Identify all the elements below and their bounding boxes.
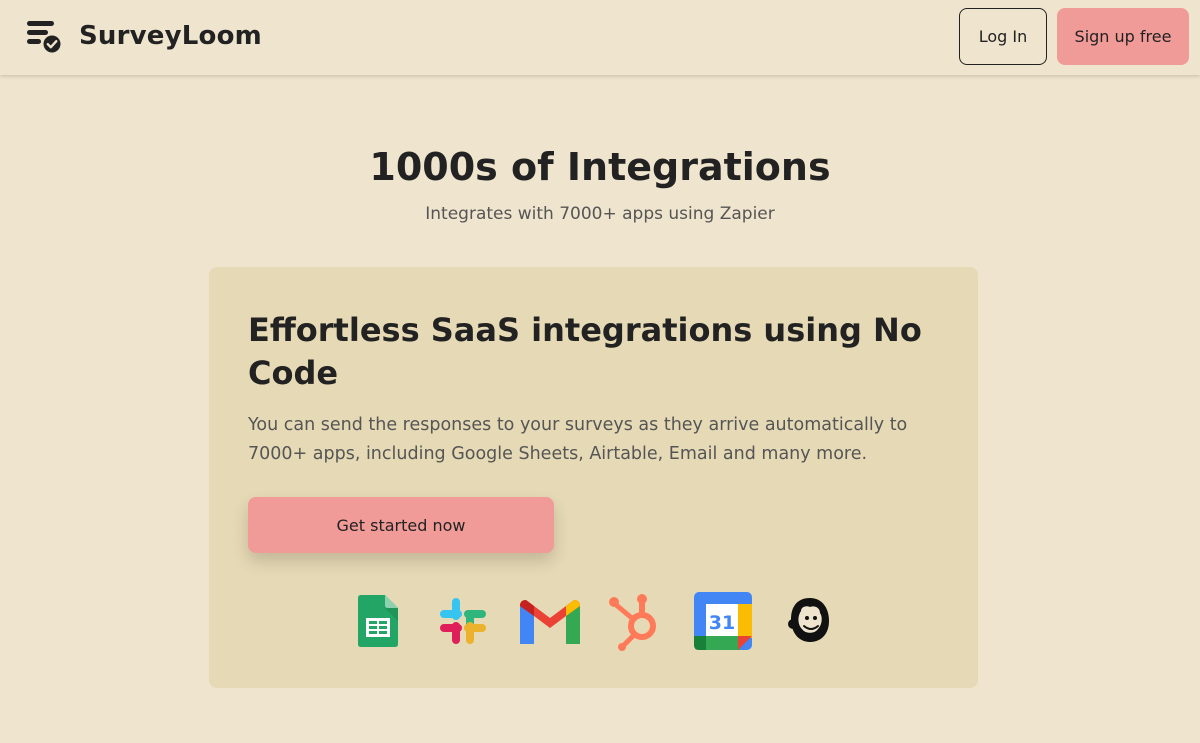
mailchimp-icon bbox=[788, 598, 829, 642]
page-title: 1000s of Integrations bbox=[369, 145, 831, 189]
login-button[interactable]: Log In bbox=[959, 8, 1047, 65]
card-title: Effortless SaaS integrations using No Co… bbox=[248, 311, 922, 392]
get-started-button[interactable]: Get started now bbox=[248, 497, 554, 553]
hubspot-icon bbox=[609, 594, 656, 651]
integrations-card: Effortless SaaS integrations using No Co… bbox=[209, 267, 978, 688]
checklist-check-icon bbox=[27, 21, 61, 53]
google-calendar-icon: 31 bbox=[694, 592, 752, 650]
calendar-date-text: 31 bbox=[709, 612, 735, 634]
page-subtitle: Integrates with 7000+ apps using Zapier bbox=[425, 204, 775, 224]
google-sheets-icon bbox=[358, 595, 398, 647]
signup-button[interactable]: Sign up free bbox=[1057, 8, 1189, 65]
logo[interactable]: SurveyLoom bbox=[26, 18, 262, 54]
card-description: You can send the responses to your surve… bbox=[248, 415, 908, 464]
gmail-icon bbox=[520, 600, 580, 644]
brand-name: SurveyLoom bbox=[79, 21, 262, 51]
top-navbar: SurveyLoom Log In Sign up free bbox=[0, 0, 1200, 75]
slack-icon bbox=[440, 598, 486, 644]
